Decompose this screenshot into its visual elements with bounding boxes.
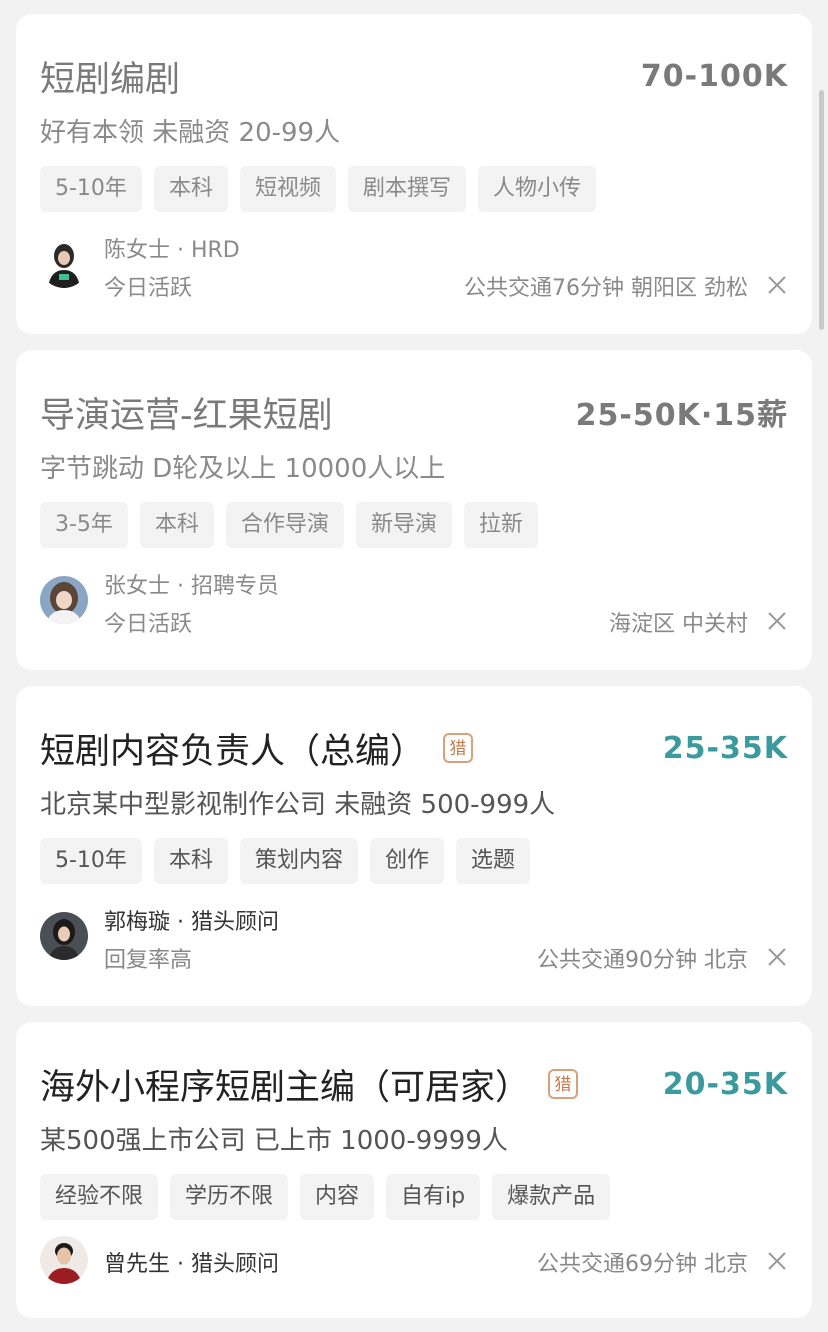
recruiter-name: 陈女士 · HRD bbox=[104, 238, 240, 263]
recruiter-avatar[interactable] bbox=[40, 912, 88, 960]
job-card[interactable]: 海外小程序短剧主编（可居家） 猎 20-35K 某500强上市公司 已上市 10… bbox=[16, 1022, 812, 1318]
job-tag: 新导演 bbox=[355, 502, 452, 548]
job-tag: 策划内容 bbox=[239, 838, 358, 884]
job-salary: 25-35K bbox=[662, 730, 788, 766]
job-tag: 合作导演 bbox=[225, 502, 344, 548]
company-info: 北京某中型影视制作公司 未融资 500-999人 bbox=[40, 790, 556, 820]
job-tag: 经验不限 bbox=[40, 1174, 159, 1220]
job-salary: 20-35K bbox=[662, 1066, 788, 1102]
close-icon[interactable] bbox=[766, 610, 788, 632]
job-tag: 5-10年 bbox=[40, 166, 142, 212]
job-tag: 人物小传 bbox=[477, 166, 596, 212]
hunter-badge-icon: 猎 bbox=[443, 733, 474, 763]
close-icon[interactable] bbox=[766, 946, 788, 968]
job-tag: 创作 bbox=[369, 838, 444, 884]
job-header: 短剧内容负责人（总编） 猎 25-35K bbox=[40, 726, 788, 772]
job-header: 短剧编剧 70-100K bbox=[40, 54, 788, 100]
recruiter-name: 张女士 · 招聘专员 bbox=[104, 574, 279, 599]
job-card[interactable]: 导演运营-红果短剧 25-50K·15薪 字节跳动 D轮及以上 10000人以上… bbox=[16, 350, 812, 670]
job-location: 公共交通90分钟 北京 bbox=[537, 948, 748, 973]
scrollbar[interactable] bbox=[819, 90, 824, 330]
close-icon[interactable] bbox=[766, 1250, 788, 1272]
close-icon[interactable] bbox=[766, 274, 788, 296]
job-tag: 本科 bbox=[153, 838, 228, 884]
job-tag: 内容 bbox=[300, 1174, 375, 1220]
job-title: 海外小程序短剧主编（可居家） 猎 bbox=[40, 1059, 579, 1110]
job-location: 公共交通76分钟 朝阳区 劲松 bbox=[464, 276, 748, 301]
recruiter-status: 今日活跃 bbox=[104, 612, 193, 637]
job-header: 导演运营-红果短剧 25-50K·15薪 bbox=[40, 390, 788, 436]
job-tags: 5-10年 本科 策划内容 创作 选题 bbox=[40, 838, 530, 884]
job-tags: 5-10年 本科 短视频 剧本撰写 人物小传 bbox=[40, 166, 596, 212]
job-tag: 5-10年 bbox=[40, 838, 142, 884]
job-salary: 70-100K bbox=[640, 58, 788, 94]
job-tag: 短视频 bbox=[239, 166, 336, 212]
job-tag: 拉新 bbox=[463, 502, 538, 548]
job-title: 导演运营-红果短剧 bbox=[40, 395, 333, 436]
recruiter-avatar[interactable] bbox=[40, 240, 88, 288]
job-title-text: 短剧内容负责人（总编） bbox=[40, 731, 426, 772]
job-header: 海外小程序短剧主编（可居家） 猎 20-35K bbox=[40, 1062, 788, 1108]
job-tag: 选题 bbox=[455, 838, 530, 884]
recruiter-status: 今日活跃 bbox=[104, 276, 193, 301]
job-title: 短剧编剧 bbox=[40, 59, 181, 100]
job-location: 海淀区 中关村 bbox=[609, 612, 748, 637]
job-tags: 经验不限 学历不限 内容 自有ip 爆款产品 bbox=[40, 1174, 611, 1220]
recruiter-avatar[interactable] bbox=[40, 1236, 88, 1284]
recruiter-name: 郭梅璇 · 猎头顾问 bbox=[104, 910, 279, 935]
job-tags: 3-5年 本科 合作导演 新导演 拉新 bbox=[40, 502, 538, 548]
job-tag: 爆款产品 bbox=[492, 1174, 611, 1220]
hunter-badge-icon: 猎 bbox=[548, 1069, 579, 1099]
job-tag: 本科 bbox=[153, 166, 228, 212]
job-tag: 3-5年 bbox=[40, 502, 128, 548]
job-location: 公共交通69分钟 北京 bbox=[537, 1252, 748, 1277]
company-info: 某500强上市公司 已上市 1000-9999人 bbox=[40, 1126, 508, 1156]
job-tag: 学历不限 bbox=[170, 1174, 289, 1220]
job-title: 短剧内容负责人（总编） 猎 bbox=[40, 723, 474, 774]
job-tag: 本科 bbox=[139, 502, 214, 548]
job-card[interactable]: 短剧内容负责人（总编） 猎 25-35K 北京某中型影视制作公司 未融资 500… bbox=[16, 686, 812, 1006]
job-tag: 自有ip bbox=[386, 1174, 481, 1220]
job-tag: 剧本撰写 bbox=[347, 166, 466, 212]
company-info: 好有本领 未融资 20-99人 bbox=[40, 118, 341, 148]
recruiter-avatar[interactable] bbox=[40, 576, 88, 624]
company-info: 字节跳动 D轮及以上 10000人以上 bbox=[40, 454, 446, 484]
recruiter-status: 回复率高 bbox=[104, 948, 193, 973]
job-salary: 25-50K·15薪 bbox=[575, 398, 788, 433]
job-card[interactable]: 短剧编剧 70-100K 好有本领 未融资 20-99人 5-10年 本科 短视… bbox=[16, 14, 812, 334]
job-title-text: 海外小程序短剧主编（可居家） bbox=[40, 1067, 531, 1108]
recruiter-name: 曾先生 · 猎头顾问 bbox=[104, 1252, 279, 1277]
